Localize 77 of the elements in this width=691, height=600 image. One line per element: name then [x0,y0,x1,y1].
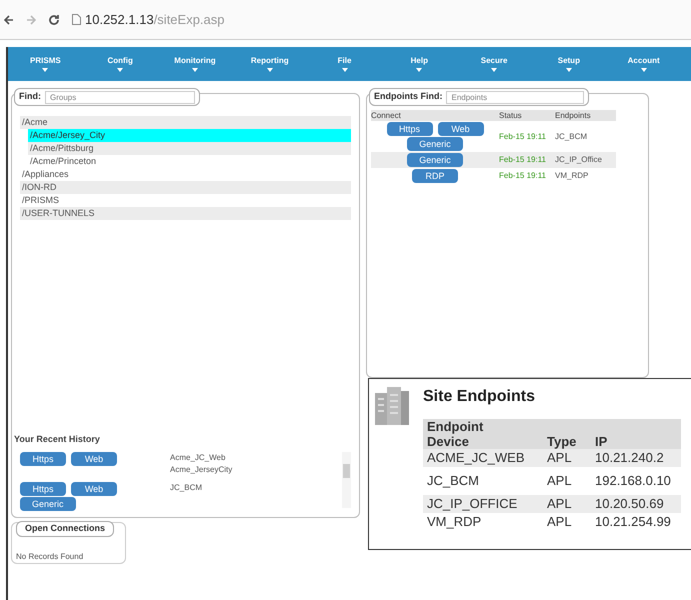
reload-icon[interactable] [48,14,60,26]
table-cell-text: JC_BCM [426,472,480,490]
caret-icon [566,68,572,72]
caret-icon [42,68,48,72]
connect-button[interactable]: Generic [407,137,463,151]
column-header: Status [499,110,523,122]
caret-icon [266,68,273,72]
connect-button[interactable]: Https [20,482,66,496]
url-text[interactable]: 10.252.1.13/siteExp.asp [85,10,225,30]
status-cell-text: Feb-15 19:11 [499,171,547,181]
menu-item[interactable]: Reporting [232,56,308,72]
column-header: Endpoint Device [423,419,543,449]
find-label: Endpoints Find: [374,90,442,104]
open-connections-title: Open Connections [16,521,114,536]
connect-button[interactable]: Generic [407,153,463,167]
connect-button[interactable]: Https [386,122,432,136]
find-label: Find: [19,90,41,104]
caret-icon [416,68,422,72]
tree-item[interactable]: /PRISMS [20,194,351,207]
history-name: Acme_JerseyCity [170,464,232,476]
caret-icon [342,68,348,72]
menu-item[interactable]: PRISMS [8,56,83,72]
caret-icon [117,68,124,72]
connect-button[interactable]: Generic [20,497,76,511]
table-cell-text: 192.168.0.10 [594,472,672,490]
connect-button[interactable]: RDP [412,169,458,183]
tree-item[interactable]: /ION-RD [20,181,351,194]
caret-icon [640,68,647,72]
table-cell-text: 10.21.254.99 [594,513,672,531]
table-cell-text: APL [546,513,573,531]
history-name: JC_BCM [170,482,202,494]
buildings-icon [373,385,411,425]
table-cell: APL [543,495,591,513]
menu-item[interactable]: Monitoring [158,56,232,72]
column-header: Connect [371,110,402,122]
endpoint-cell: JC_BCM [555,130,588,142]
table-cell-text: APL [546,472,573,490]
endpoint-cell: VM_RDP [555,170,588,182]
popup-title: Site Endpoints [423,387,536,407]
column-header: IP [591,419,681,449]
menu-item[interactable]: File [307,56,382,72]
column-header: Endpoints [555,110,591,122]
status-cell-text: Feb-15 19:11 [499,132,547,142]
back-icon[interactable] [4,14,14,24]
table-cell: JC_IP_OFFICE [423,495,543,513]
tree-item[interactable]: /Acme/Pittsburg [28,142,351,155]
table-cell-text: VM_RDP [426,513,482,531]
connect-button[interactable]: Web [71,482,117,496]
table-cell: 10.21.240.2 [591,449,681,467]
table-cell: APL [543,449,591,467]
caret-icon [491,68,498,72]
tree-item[interactable]: /Acme/Princeton [28,155,351,168]
search-field[interactable]: Endpoints [446,90,584,104]
search-field[interactable]: Groups [45,90,195,104]
table-cell: 10.20.50.69 [591,495,681,513]
tree-item[interactable]: /Acme/Jersey_City [28,129,351,142]
no-records-text: No Records Found [16,552,84,561]
connect-button[interactable]: Web [438,122,484,136]
caret-icon [192,68,198,72]
menu-item[interactable]: Config [82,56,158,72]
history-title: Your Recent History [14,432,101,446]
status-cell-text: Feb-15 19:11 [499,155,547,165]
tree-item[interactable]: /USER-TUNNELS [20,207,351,220]
column-header: Type [543,419,591,449]
connect-button[interactable]: Web [71,452,117,466]
tree-item[interactable]: /Acme [20,116,351,129]
scrollbar[interactable] [342,452,351,508]
menu-item[interactable]: Setup [531,56,606,72]
connect-button[interactable]: Https [20,452,66,466]
menu-item[interactable]: Help [382,56,457,72]
endpoint-cell: JC_IP_Office [555,154,602,166]
menu-item[interactable]: Secure [456,56,532,72]
page-icon [72,14,81,25]
table-cell: ACME_JC_WEB [423,449,543,467]
history-name: Acme_JC_Web [170,452,226,464]
tree-item[interactable]: /Appliances [20,168,351,181]
menu-item[interactable]: Account [606,56,682,72]
